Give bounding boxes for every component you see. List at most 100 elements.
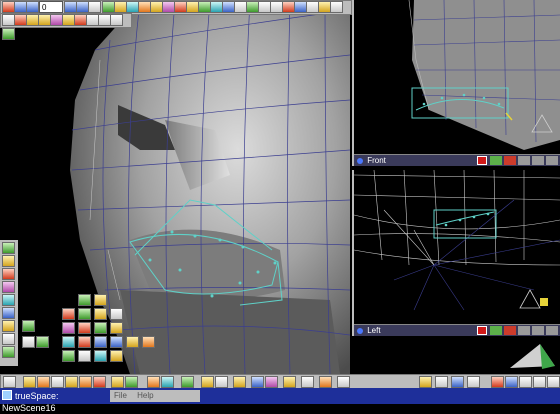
secondary-toolbar [0, 13, 132, 28]
cone-icon[interactable] [2, 281, 15, 293]
taskbar: trueSpace: NewScene16 File Help [0, 388, 560, 413]
decimate-icon[interactable] [142, 336, 155, 348]
front-view-option-4-icon[interactable] [532, 156, 544, 165]
front-viewport-title: Front [367, 156, 386, 165]
sphere-icon[interactable] [2, 268, 15, 280]
left-view-option-4-icon[interactable] [532, 326, 544, 335]
front-view-option-3-icon[interactable] [518, 156, 530, 165]
cylinder-icon[interactable] [2, 255, 15, 267]
viewport-menu-icon[interactable] [357, 158, 363, 164]
tool-13-icon[interactable] [201, 376, 214, 388]
tool-17-icon[interactable] [265, 376, 278, 388]
object-library-panel [22, 292, 155, 366]
navigation-cone-icon [510, 344, 555, 369]
primitive-cube-icon[interactable] [78, 294, 91, 306]
tool-24-icon[interactable] [451, 376, 464, 388]
front-view-option-5-icon[interactable] [546, 156, 558, 165]
tool-15-icon[interactable] [233, 376, 246, 388]
smooth-icon[interactable] [126, 336, 139, 348]
tool-19-icon[interactable] [301, 376, 314, 388]
tool-23-icon[interactable] [435, 376, 448, 388]
axis-icon[interactable] [94, 336, 107, 348]
glue-icon[interactable] [62, 336, 75, 348]
render-icon[interactable] [181, 376, 194, 388]
viewport-menu-icon[interactable] [357, 328, 363, 334]
navigation-widget[interactable] [500, 336, 560, 374]
primitive-cone-icon[interactable] [110, 308, 123, 320]
deform-icon[interactable] [147, 376, 160, 388]
m-button-8-icon[interactable] [110, 14, 123, 26]
menu-bar: File Help [110, 390, 200, 402]
tool-21-icon[interactable] [337, 376, 350, 388]
tool-27-icon[interactable] [505, 376, 518, 388]
deform-icon[interactable] [78, 308, 91, 320]
tool-29-icon[interactable] [533, 376, 546, 388]
camera-icon[interactable] [2, 333, 15, 345]
left-view-option-1-icon[interactable] [490, 326, 502, 335]
keyframe-icon[interactable] [88, 1, 101, 13]
left-close-icon[interactable] [477, 326, 487, 335]
triangulate-icon[interactable] [62, 350, 75, 362]
tool-26-icon[interactable] [491, 376, 504, 388]
primitive-icon[interactable] [37, 376, 50, 388]
left-view-option-2-icon[interactable] [504, 326, 516, 335]
spline-icon[interactable] [22, 320, 35, 332]
front-view-option-1-icon[interactable] [490, 156, 502, 165]
tube-icon[interactable] [94, 322, 107, 334]
boolean-icon[interactable] [36, 336, 49, 348]
object-icon[interactable] [3, 376, 16, 388]
front-viewport[interactable]: Front [352, 0, 560, 166]
app-taskbar-button[interactable]: trueSpace: NewScene16 [2, 390, 102, 413]
sweep-icon[interactable] [161, 376, 174, 388]
tool-16-icon[interactable] [251, 376, 264, 388]
paint-icon[interactable] [125, 376, 138, 388]
mirror-icon[interactable] [110, 322, 123, 334]
tool-30-icon[interactable] [547, 376, 560, 388]
sphere-icon[interactable] [23, 376, 36, 388]
tool-22-icon[interactable] [419, 376, 432, 388]
extrude-icon[interactable] [78, 322, 91, 334]
menu-help[interactable]: Help [137, 391, 153, 400]
split-icon[interactable] [110, 350, 123, 362]
lathe-icon[interactable] [22, 336, 35, 348]
light-icon[interactable] [79, 376, 92, 388]
cube-icon[interactable] [2, 242, 15, 254]
torus-icon[interactable] [2, 294, 15, 306]
frame-counter[interactable]: 0 [39, 1, 63, 13]
normalize-icon[interactable] [110, 336, 123, 348]
left-viewport[interactable]: Left [352, 170, 560, 336]
bevel-icon[interactable] [62, 322, 75, 334]
shape-icon[interactable] [111, 376, 124, 388]
tool-18-icon[interactable] [283, 376, 296, 388]
front-viewport-titlebar: Front [354, 154, 560, 166]
head-mesh-front [408, 0, 560, 150]
text-icon[interactable] [2, 346, 15, 358]
status-indicator-icon[interactable] [2, 28, 15, 40]
grid-icon[interactable] [330, 1, 343, 13]
tool-14-icon[interactable] [215, 376, 228, 388]
left-palette [0, 240, 18, 366]
quad-icon[interactable] [78, 350, 91, 362]
left-viewport-titlebar: Left [354, 324, 560, 336]
left-view-option-5-icon[interactable] [546, 326, 558, 335]
left-view-option-3-icon[interactable] [518, 326, 530, 335]
unglue-icon[interactable] [78, 336, 91, 348]
front-view-option-2-icon[interactable] [504, 156, 516, 165]
primitive-sphere-icon[interactable] [94, 294, 107, 306]
play-back-icon[interactable] [26, 1, 39, 13]
menu-file[interactable]: File [114, 391, 127, 400]
material-ball-icon[interactable] [62, 308, 75, 320]
light-icon[interactable] [2, 320, 15, 332]
texture-icon[interactable] [65, 376, 78, 388]
sweep-icon[interactable] [94, 308, 107, 320]
tool-25-icon[interactable] [467, 376, 480, 388]
material-icon[interactable] [51, 376, 64, 388]
tool-28-icon[interactable] [519, 376, 532, 388]
head-mesh-left [354, 170, 560, 311]
tool-20-icon[interactable] [319, 376, 332, 388]
front-close-icon[interactable] [477, 156, 487, 165]
weld-icon[interactable] [94, 350, 107, 362]
left-gizmo-handle [540, 298, 548, 306]
camera-icon[interactable] [93, 376, 106, 388]
plane-icon[interactable] [2, 307, 15, 319]
